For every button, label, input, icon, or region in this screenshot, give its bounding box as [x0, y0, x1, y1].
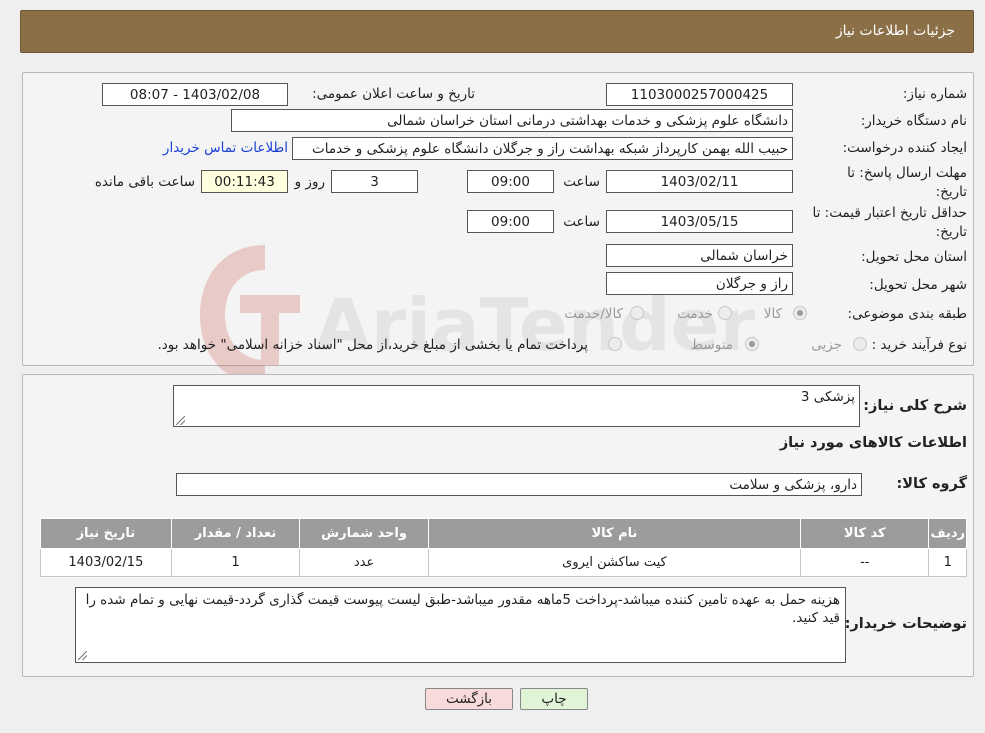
price-validity-time-label: ساعت: [563, 214, 600, 230]
resize-grip-icon[interactable]: [176, 416, 185, 425]
payment-note: پرداخت تمام یا بخشی از مبلغ خرید،از محل …: [157, 337, 588, 353]
cell-goods-name: کیت ساکشن ایروی: [427, 548, 802, 577]
table-header-row: ردیف کد کالا نام کالا واحد شمارش تعداد /…: [40, 518, 967, 549]
buyer-org-label: نام دستگاه خریدار:: [860, 113, 967, 129]
need-number-field: 1103000257000425: [606, 83, 793, 106]
print-button[interactable]: چاپ: [520, 688, 588, 710]
announce-datetime-field: 1403/02/08 - 08:07: [102, 83, 288, 106]
cell-goods-code: --: [800, 548, 930, 577]
deadline-time-label: ساعت: [563, 174, 600, 190]
category-option-goods: کالا: [763, 306, 782, 322]
category-radio-goods-service[interactable]: [630, 306, 644, 320]
category-radio-service[interactable]: [718, 306, 732, 320]
page-header: جزئیات اطلاعات نیاز: [20, 10, 974, 53]
buyer-notes-label: توضیحات خریدار:: [844, 616, 967, 632]
creator-label: ایجاد کننده درخواست:: [842, 140, 967, 156]
creator-field: حبیب الله بهمن کارپرداز شبکه بهداشت راز …: [292, 137, 793, 160]
col-unit: واحد شمارش: [299, 518, 429, 549]
category-option-goods-service: کالا/خدمت: [564, 306, 623, 322]
col-row-number: ردیف: [928, 518, 967, 549]
category-radio-goods[interactable]: [793, 306, 807, 320]
goods-table: ردیف کد کالا نام کالا واحد شمارش تعداد /…: [40, 518, 967, 577]
table-row: 1 -- کیت ساکشن ایروی عدد 1 1403/02/15: [40, 548, 967, 577]
cell-need-date: 1403/02/15: [40, 548, 172, 577]
col-need-date: تاریخ نیاز: [40, 518, 172, 549]
deadline-time-field: 09:00: [467, 170, 554, 193]
buyer-contact-link[interactable]: اطلاعات تماس خریدار: [163, 140, 288, 156]
province-field: خراسان شمالی: [606, 244, 793, 267]
col-goods-name: نام کالا: [427, 518, 802, 549]
city-label: شهر محل تحویل:: [869, 277, 967, 293]
category-label: طبقه بندی موضوعی:: [847, 306, 967, 322]
days-remaining-field: 3: [331, 170, 418, 193]
cell-unit: عدد: [299, 548, 429, 577]
summary-field: پزشکی 3: [173, 385, 860, 427]
deadline-date-field: 1403/02/11: [606, 170, 793, 193]
price-validity-time-field: 09:00: [467, 210, 554, 233]
goods-group-field: دارو، پزشکی و سلامت: [176, 473, 862, 496]
notes-resize-grip-icon[interactable]: [78, 651, 87, 660]
process-option-medium: متوسط: [690, 337, 733, 353]
buyer-org-field: دانشگاه علوم پزشکی و خدمات بهداشتی درمان…: [231, 109, 793, 132]
deadline-label: مهلت ارسال پاسخ: تا: [847, 165, 967, 181]
price-validity-label: حداقل تاریخ اعتبار قیمت: تا: [812, 205, 967, 221]
goods-group-label: گروه کالا:: [896, 476, 967, 492]
col-quantity: تعداد / مقدار: [170, 518, 301, 549]
page-title: جزئیات اطلاعات نیاز: [835, 23, 955, 39]
back-button[interactable]: بازگشت: [425, 688, 513, 710]
cell-quantity: 1: [170, 548, 301, 577]
time-remaining-field: 00:11:43: [201, 170, 288, 193]
time-remaining-label: ساعت باقی مانده: [94, 174, 195, 190]
deadline-label-date: تاریخ:: [935, 184, 967, 200]
announce-label: تاریخ و ساعت اعلان عمومی:: [312, 86, 475, 102]
goods-info-title: اطلاعات کالاهای مورد نیاز: [779, 435, 967, 451]
treasury-bond-checkbox[interactable]: [608, 337, 622, 351]
province-label: استان محل تحویل:: [861, 249, 967, 265]
summary-label: شرح کلی نیاز:: [863, 398, 967, 414]
process-radio-medium[interactable]: [745, 337, 759, 351]
price-validity-label-date: تاریخ:: [935, 224, 967, 240]
need-number-label: شماره نیاز:: [902, 86, 967, 102]
category-option-service: خدمت: [677, 306, 713, 322]
city-field: راز و جرگلان: [606, 272, 793, 295]
buyer-notes-field: هزینه حمل به عهده تامین کننده میباشد-پرد…: [75, 587, 846, 663]
col-goods-code: کد کالا: [800, 518, 930, 549]
cell-row-number: 1: [928, 548, 967, 577]
process-label: نوع فرآیند خرید :: [871, 337, 967, 353]
price-validity-date-field: 1403/05/15: [606, 210, 793, 233]
days-label: روز و: [294, 174, 325, 190]
process-option-minor: جزیی: [811, 337, 842, 353]
process-radio-minor[interactable]: [853, 337, 867, 351]
